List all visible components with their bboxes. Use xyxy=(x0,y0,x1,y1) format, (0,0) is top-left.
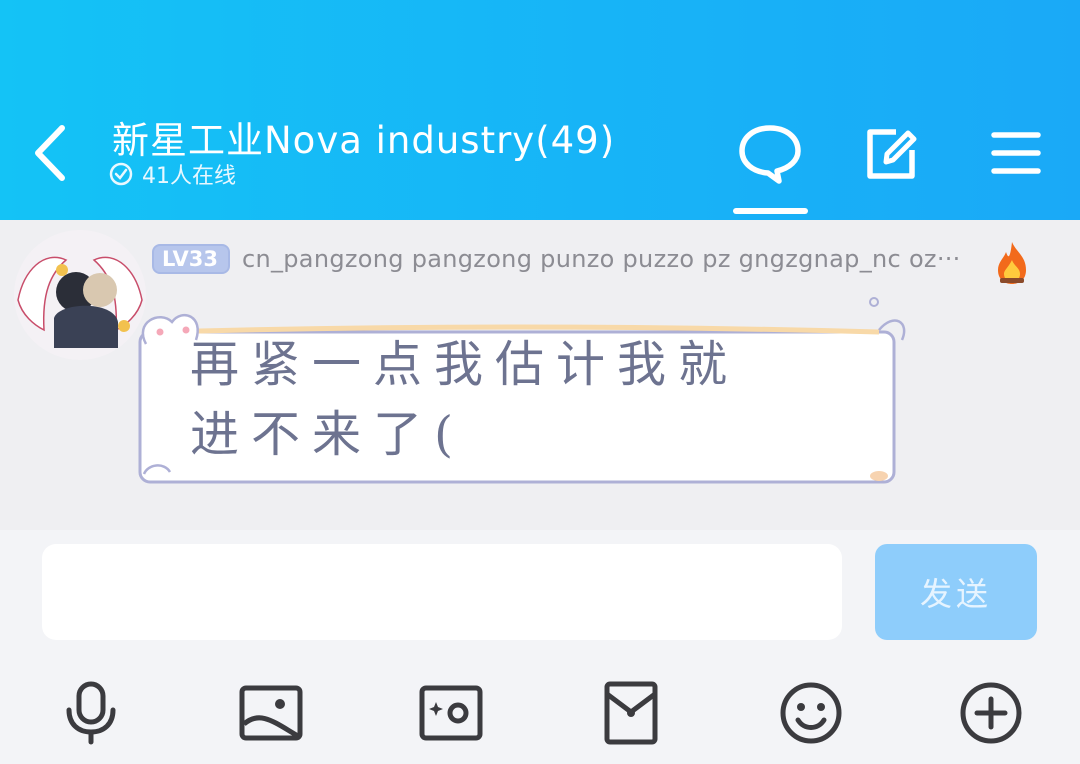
fire-icon xyxy=(994,240,1030,286)
online-count-text: 41人在线 xyxy=(142,164,236,189)
avatar-image xyxy=(14,230,146,360)
level-badge: LV33 xyxy=(152,244,230,274)
tab-chat[interactable] xyxy=(735,118,805,188)
message-text-line: 进不来了( xyxy=(190,406,466,463)
message-text: 再紧一点我估计我就 进不来了( xyxy=(190,330,870,470)
microphone-icon xyxy=(66,681,116,745)
emoji-icon xyxy=(780,682,842,744)
chevron-left-icon xyxy=(35,125,65,181)
chat-bubble-icon xyxy=(739,125,801,184)
menu-button[interactable] xyxy=(980,118,1050,188)
emoji-button[interactable] xyxy=(778,680,844,746)
send-button[interactable]: 发送 xyxy=(875,544,1037,640)
more-button[interactable] xyxy=(958,680,1024,746)
level-badge-text: LV33 xyxy=(162,247,218,271)
edit-icon xyxy=(867,129,917,179)
image-button[interactable] xyxy=(238,680,304,746)
voice-button[interactable] xyxy=(58,680,124,746)
sender-info: LV33 cn_pangzong pangzong punzo puzzo pz… xyxy=(152,244,972,274)
active-tab-indicator xyxy=(733,208,808,214)
image-icon xyxy=(239,685,303,741)
message-text-line: 再紧一点我估计我就 xyxy=(190,336,740,393)
plus-icon xyxy=(960,682,1022,744)
group-title: 新星工业Nova industry(49) xyxy=(112,119,616,162)
check-circle-icon xyxy=(109,162,133,186)
online-status: 41人在线 xyxy=(108,158,236,190)
camera-button[interactable] xyxy=(418,680,484,746)
sender-name[interactable]: cn_pangzong pangzong punzo puzzo pz gngz… xyxy=(242,245,962,273)
tab-edit[interactable] xyxy=(856,118,926,188)
red-packet-button[interactable] xyxy=(598,680,664,746)
sender-avatar[interactable] xyxy=(14,230,146,360)
menu-icon xyxy=(991,132,1041,174)
back-button[interactable] xyxy=(22,118,82,188)
chat-header: 新星工业Nova industry(49) 41人在线 xyxy=(0,0,1080,220)
message-input[interactable] xyxy=(42,544,842,640)
red-packet-icon xyxy=(604,681,658,745)
camera-icon xyxy=(419,685,483,741)
